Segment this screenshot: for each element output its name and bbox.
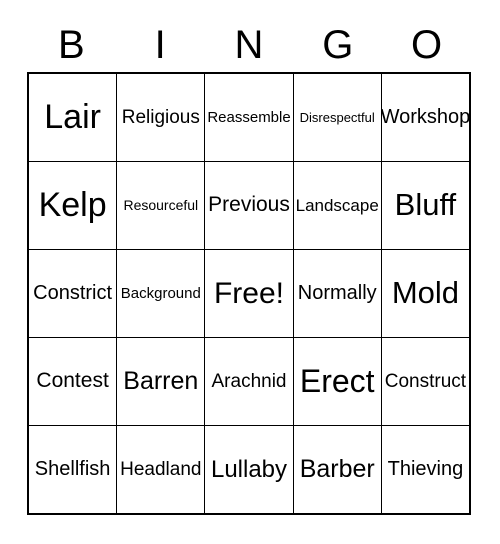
bingo-cell-label: Religious [121,106,200,128]
bingo-header-letter-i: I [154,23,166,67]
bingo-header-letter-g: G [322,23,354,67]
bingo-cell[interactable]: Lullaby [205,426,294,513]
bingo-cell-label: Headland [120,458,202,480]
bingo-cell-label: Normally [297,282,377,304]
bingo-cell-label: Barren [123,367,199,396]
bingo-cell[interactable]: Arachnid [205,338,294,425]
bingo-cell[interactable]: Barren [117,338,206,425]
bingo-cell-label: Erect [299,362,375,399]
bingo-cell-label: Lair [44,97,101,136]
bingo-cell[interactable]: Religious [117,74,206,161]
bingo-cell[interactable]: Shellfish [29,426,118,513]
bingo-cell-label: Landscape [295,195,379,215]
bingo-cell[interactable]: Reassemble [205,74,294,161]
bingo-cell-label: Free! [213,276,285,310]
bingo-row: Kelp Resourceful Previous Landscape Bluf… [29,162,469,250]
bingo-cell-label: Disrespectful [299,109,375,125]
bingo-cell[interactable]: Bluff [382,162,469,249]
bingo-cell-label: Bluff [394,187,457,223]
bingo-header-row: B I N G O [27,18,471,72]
bingo-cell-label: Workshop [381,106,470,128]
bingo-cell[interactable]: Background [117,250,206,337]
bingo-grid: Lair Religious Reassemble Disrespectful … [27,72,471,515]
bingo-card: B I N G O Lair Religious Reassemble Disr… [0,0,500,544]
bingo-cell-label: Constrict [33,282,113,304]
bingo-cell-label: Background [120,284,201,302]
bingo-cell[interactable]: Resourceful [117,162,206,249]
bingo-cell[interactable]: Previous [205,162,294,249]
bingo-cell-label: Reassemble [207,108,291,126]
bingo-header-letter-b: B [58,23,85,67]
bingo-cell[interactable]: Barber [294,426,382,513]
bingo-cell[interactable]: Erect [294,338,382,425]
bingo-cell[interactable]: Normally [294,250,382,337]
bingo-cell-label: Shellfish [34,458,111,480]
bingo-cell[interactable]: Headland [117,426,206,513]
bingo-header-letter-o: O [411,23,443,67]
bingo-cell-label: Lullaby [210,455,288,483]
bingo-row: Contest Barren Arachnid Erect Construct [29,338,469,426]
bingo-cell-label: Resourceful [123,197,199,214]
bingo-header-letter-n: N [234,23,264,67]
bingo-cell[interactable]: Thieving [382,426,469,513]
bingo-cell-label: Construct [384,370,467,392]
bingo-cell[interactable]: Construct [382,338,469,425]
bingo-cell[interactable]: Landscape [294,162,382,249]
bingo-row: Shellfish Headland Lullaby Barber Thievi… [29,426,469,513]
bingo-row: Constrict Background Free! Normally Mold [29,250,469,338]
bingo-cell[interactable]: Disrespectful [294,74,382,161]
bingo-cell[interactable]: Lair [29,74,118,161]
bingo-row: Lair Religious Reassemble Disrespectful … [29,74,469,162]
bingo-cell[interactable]: Workshop [382,74,469,161]
bingo-cell[interactable]: Mold [382,250,469,337]
bingo-cell-label: Thieving [387,458,464,480]
bingo-cell[interactable]: Contest [29,338,118,425]
bingo-cell-label: Arachnid [211,370,287,392]
bingo-cell[interactable]: Kelp [29,162,118,249]
bingo-cell-label: Barber [299,455,375,484]
bingo-cell-label: Kelp [38,185,107,224]
bingo-cell-label: Mold [391,275,460,311]
bingo-cell-label: Previous [208,193,290,217]
bingo-cell-label: Contest [36,369,109,393]
bingo-cell-free-space[interactable]: Free! [205,250,294,337]
bingo-cell[interactable]: Constrict [29,250,118,337]
